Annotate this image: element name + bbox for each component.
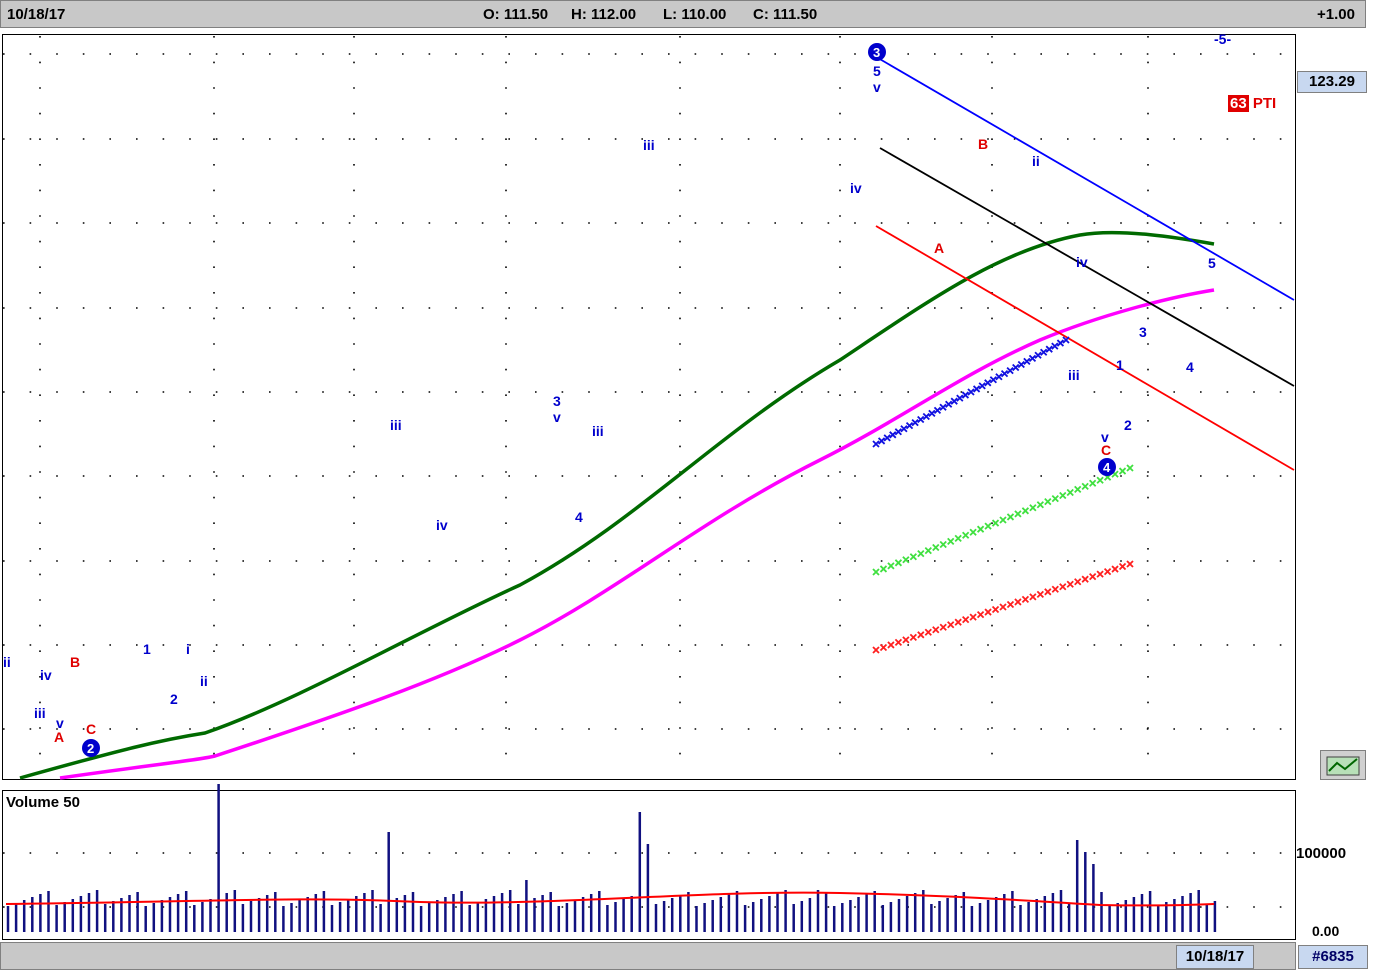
pti-value: 63: [1228, 95, 1249, 112]
header-close: C: 111.50: [753, 6, 818, 23]
pti-label: PTI: [1252, 95, 1277, 112]
header-open: O: 111.50: [483, 6, 549, 23]
price-panel[interactable]: [2, 34, 1296, 780]
price-axis: [1296, 34, 1366, 940]
header-low: L: 110.00: [663, 6, 727, 23]
header-high: H: 112.00: [571, 6, 637, 23]
cursor-date-box: 10/18/17: [1176, 945, 1254, 969]
pti-indicator: 63 PTI: [1228, 95, 1276, 112]
volume-title: Volume 50: [6, 794, 80, 811]
chart-id-box: #6835: [1298, 945, 1368, 969]
volume-panel[interactable]: [2, 790, 1296, 940]
month-axis: [0, 942, 1296, 970]
chart-settings-icon[interactable]: [1320, 750, 1366, 780]
header-change: +1.00: [1317, 6, 1355, 23]
quote-header: 10/18/17 O: 111.50 H: 112.00 L: 110.00 C…: [0, 0, 1366, 28]
header-date: 10/18/17: [7, 6, 66, 23]
last-price-box: 123.29: [1297, 71, 1367, 93]
